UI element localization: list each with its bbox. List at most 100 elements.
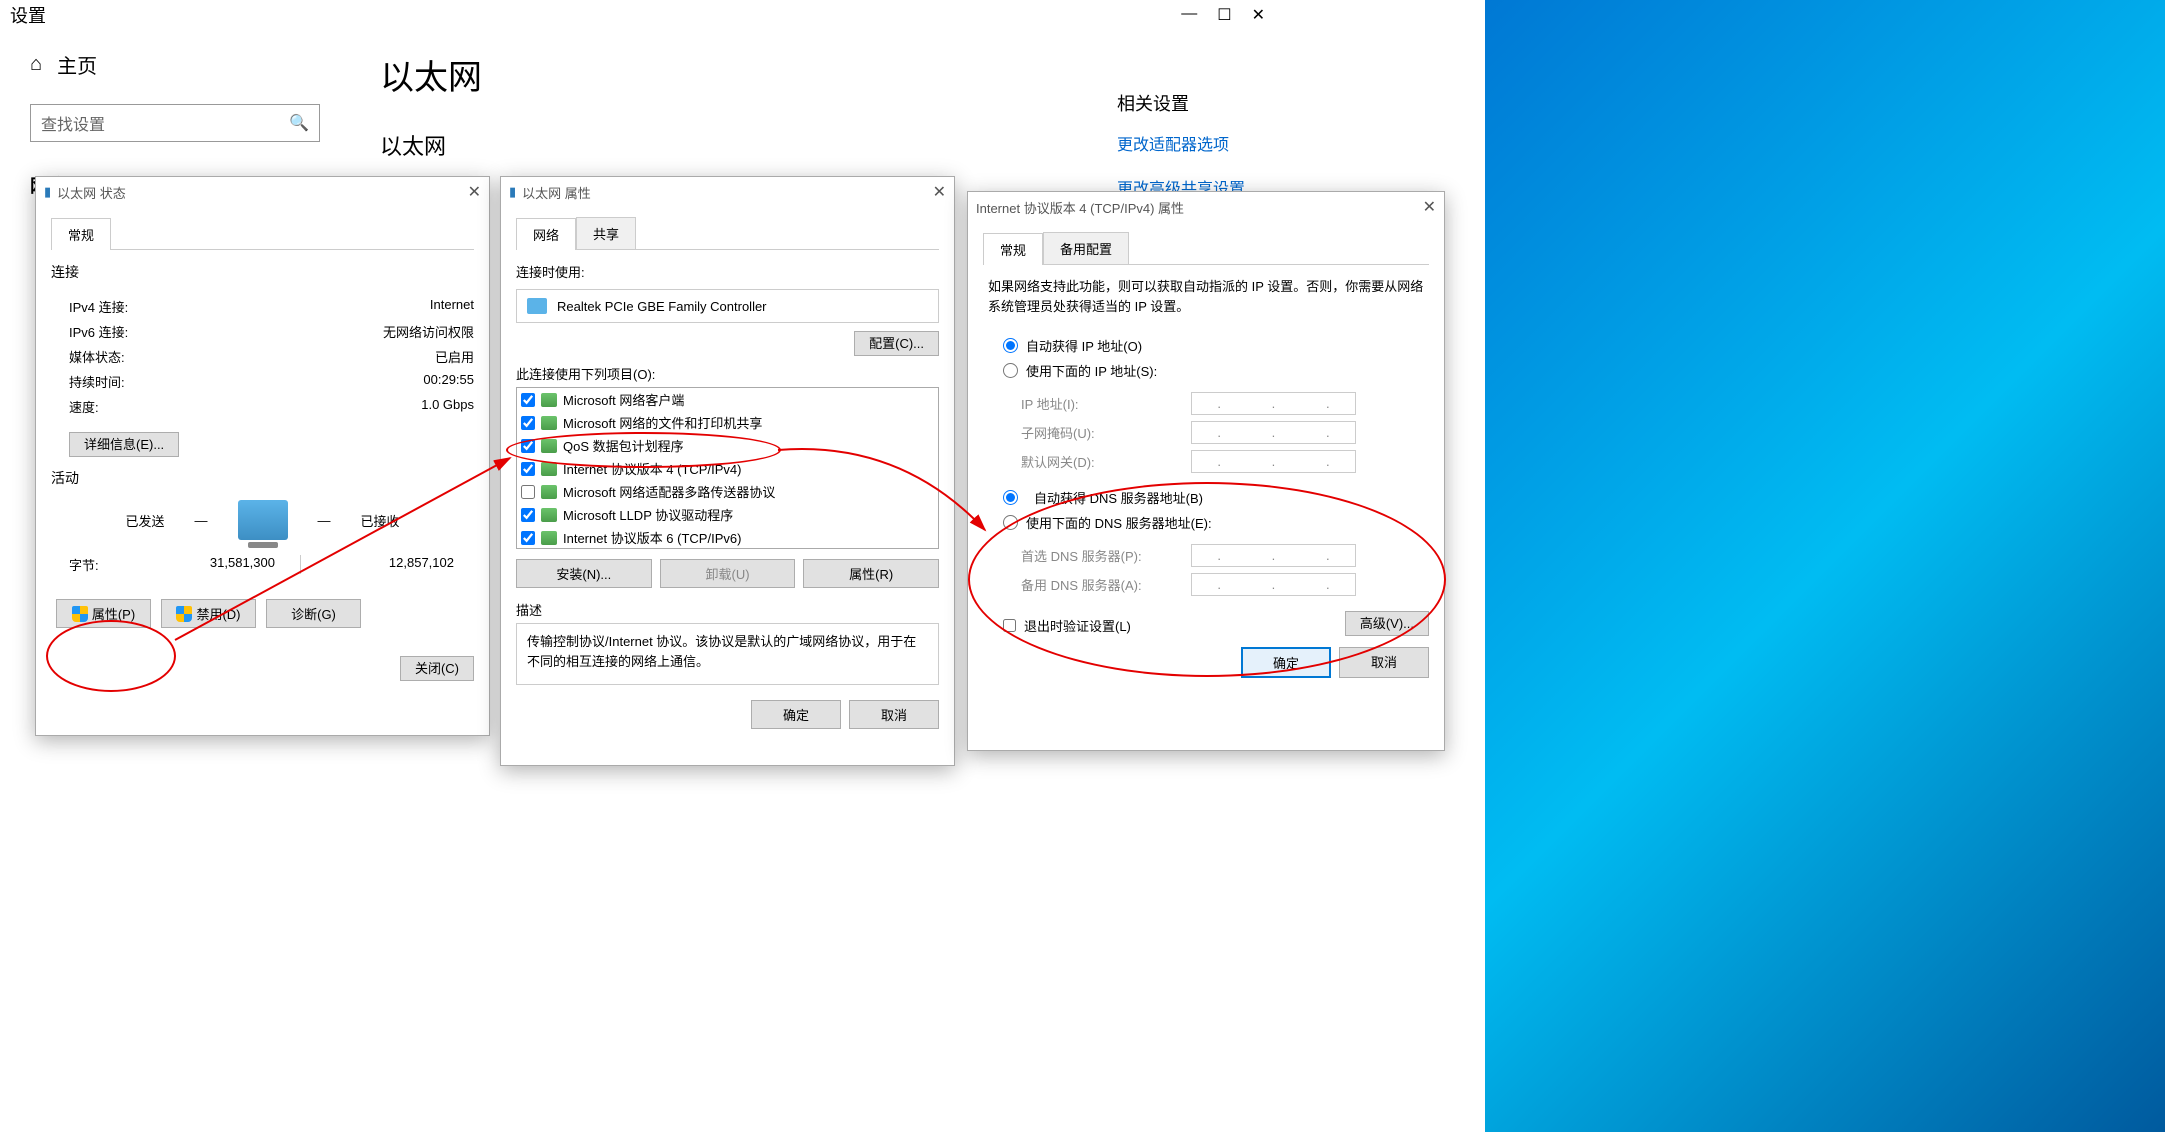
ipv4-properties-dialog: Internet 协议版本 4 (TCP/IPv4) 属性 ✕ 常规 备用配置 …	[967, 191, 1445, 751]
tab-network[interactable]: 网络	[516, 218, 576, 250]
network-item-row[interactable]: Microsoft 网络的文件和打印机共享	[517, 411, 938, 434]
diagnose-button[interactable]: 诊断(G)	[266, 599, 361, 628]
protocol-icon	[541, 508, 557, 522]
configure-button[interactable]: 配置(C)...	[854, 331, 939, 356]
props-titlebar[interactable]: ▮ 以太网 属性 ✕	[501, 177, 954, 207]
ipv4-tabs: 常规 备用配置	[983, 232, 1429, 265]
status-titlebar[interactable]: ▮ 以太网 状态 ✕	[36, 177, 489, 207]
network-items-list[interactable]: Microsoft 网络客户端 Microsoft 网络的文件和打印机共享 QoS …	[516, 387, 939, 549]
ok-button[interactable]: 确定	[751, 700, 841, 729]
ip-address-input[interactable]: ...	[1191, 392, 1356, 415]
gateway-input[interactable]: ...	[1191, 450, 1356, 473]
ipv6-label: IPv6 连接:	[69, 322, 128, 341]
network-item-row[interactable]: Microsoft 网络客户端	[517, 388, 938, 411]
adapter-box: Realtek PCIe GBE Family Controller	[516, 289, 939, 323]
radio-manual-dns[interactable]	[1003, 515, 1018, 530]
cancel-button[interactable]: 取消	[1339, 647, 1429, 678]
radio-auto-ip-label: 自动获得 IP 地址(O)	[1026, 336, 1142, 355]
media-value: 已启用	[435, 347, 474, 366]
protocol-icon	[541, 485, 557, 499]
sent-label: 已发送	[125, 511, 164, 530]
description-text: 传输控制协议/Internet 协议。该协议是默认的广域网络协议，用于在不同的相…	[516, 623, 939, 685]
tab-general[interactable]: 常规	[983, 233, 1043, 265]
help-text: 如果网络支持此功能，则可以获取自动指派的 IP 设置。否则，你需要从网络系统管理…	[988, 277, 1424, 316]
network-item-row[interactable]: Internet 协议版本 4 (TCP/IPv4)	[517, 457, 938, 480]
close-icon[interactable]: ✕	[1252, 5, 1265, 25]
tab-share[interactable]: 共享	[576, 217, 636, 249]
shield-icon	[176, 606, 192, 622]
maximize-icon[interactable]: ☐	[1217, 5, 1231, 25]
adapter-icon	[527, 298, 547, 314]
protocol-icon	[541, 439, 557, 453]
alt-dns-label: 备用 DNS 服务器(A):	[1021, 575, 1191, 594]
radio-auto-dns[interactable]	[1003, 490, 1018, 505]
shield-icon	[72, 606, 88, 622]
disable-button[interactable]: 禁用(D)	[161, 599, 256, 628]
props-tabs: 网络 共享	[516, 217, 939, 250]
network-item-row[interactable]: QoS 数据包计划程序	[517, 434, 938, 457]
validate-label: 退出时验证设置(L)	[1024, 616, 1131, 635]
radio-manual-ip[interactable]	[1003, 363, 1018, 378]
item-checkbox[interactable]	[521, 416, 535, 430]
link-adapter-options[interactable]: 更改适配器选项	[1117, 131, 1245, 155]
items-label: 此连接使用下列项目(O):	[516, 364, 939, 383]
cancel-button[interactable]: 取消	[849, 700, 939, 729]
ethernet-properties-dialog: ▮ 以太网 属性 ✕ 网络 共享 连接时使用: Realtek PCIe GBE…	[500, 176, 955, 766]
ok-button[interactable]: 确定	[1241, 647, 1331, 678]
advanced-button[interactable]: 高级(V)...	[1345, 611, 1429, 636]
sub-title: 以太网	[380, 129, 1245, 161]
close-icon[interactable]: ✕	[1423, 197, 1436, 217]
item-label: Microsoft LLDP 协议驱动程序	[563, 505, 733, 524]
ethernet-status-dialog: ▮ 以太网 状态 ✕ 常规 连接 IPv4 连接:Internet IPv6 连…	[35, 176, 490, 736]
tab-general[interactable]: 常规	[51, 218, 111, 250]
details-button[interactable]: 详细信息(E)...	[69, 432, 179, 457]
network-item-row[interactable]: Internet 协议版本 6 (TCP/IPv6)	[517, 526, 938, 549]
item-checkbox[interactable]	[521, 508, 535, 522]
close-icon[interactable]: ✕	[933, 182, 946, 202]
radio-manual-ip-label: 使用下面的 IP 地址(S):	[1026, 361, 1157, 380]
close-button[interactable]: 关闭(C)	[400, 656, 474, 681]
network-item-row[interactable]: Microsoft 网络适配器多路传送器协议	[517, 480, 938, 503]
duration-value: 00:29:55	[423, 372, 474, 391]
minimize-icon[interactable]: —	[1181, 5, 1197, 25]
bytes-label: 字节:	[51, 555, 141, 574]
uninstall-button[interactable]: 卸载(U)	[660, 559, 796, 588]
item-label: Microsoft 网络客户端	[563, 390, 684, 409]
item-checkbox[interactable]	[521, 485, 535, 499]
status-title: 以太网 状态	[57, 183, 126, 202]
home-link[interactable]: ⌂ 主页	[30, 50, 320, 79]
item-label: QoS 数据包计划程序	[563, 436, 684, 455]
properties-button[interactable]: 属性(P)	[56, 599, 151, 628]
item-checkbox[interactable]	[521, 393, 535, 407]
media-label: 媒体状态:	[69, 347, 125, 366]
ip-address-label: IP 地址(I):	[1021, 394, 1191, 413]
pref-dns-label: 首选 DNS 服务器(P):	[1021, 546, 1191, 565]
radio-manual-dns-label: 使用下面的 DNS 服务器地址(E):	[1026, 513, 1212, 532]
activity-label: 活动	[51, 468, 474, 488]
alt-dns-input[interactable]: ...	[1191, 573, 1356, 596]
radio-auto-ip[interactable]	[1003, 338, 1018, 353]
item-checkbox[interactable]	[521, 462, 535, 476]
tab-alternate[interactable]: 备用配置	[1043, 232, 1129, 264]
gateway-label: 默认网关(D):	[1021, 452, 1191, 471]
home-icon: ⌂	[30, 53, 42, 76]
validate-checkbox[interactable]	[1003, 619, 1016, 632]
description-label: 描述	[516, 600, 939, 619]
item-checkbox[interactable]	[521, 439, 535, 453]
props-title: 以太网 属性	[522, 183, 591, 202]
protocol-icon	[541, 416, 557, 430]
install-button[interactable]: 安装(N)...	[516, 559, 652, 588]
ipv6-value: 无网络访问权限	[383, 322, 474, 341]
connection-label: 连接	[51, 262, 474, 282]
network-item-row[interactable]: Microsoft LLDP 协议驱动程序	[517, 503, 938, 526]
ipv4-titlebar[interactable]: Internet 协议版本 4 (TCP/IPv4) 属性 ✕	[968, 192, 1444, 222]
ipv4-label: IPv4 连接:	[69, 297, 128, 316]
adapter-icon: ▮	[509, 184, 516, 200]
protocol-icon	[541, 462, 557, 476]
subnet-input[interactable]: ...	[1191, 421, 1356, 444]
pref-dns-input[interactable]: ...	[1191, 544, 1356, 567]
item-checkbox[interactable]	[521, 531, 535, 545]
search-input[interactable]: 查找设置 🔍	[30, 104, 320, 142]
item-properties-button[interactable]: 属性(R)	[803, 559, 939, 588]
close-icon[interactable]: ✕	[468, 182, 481, 202]
